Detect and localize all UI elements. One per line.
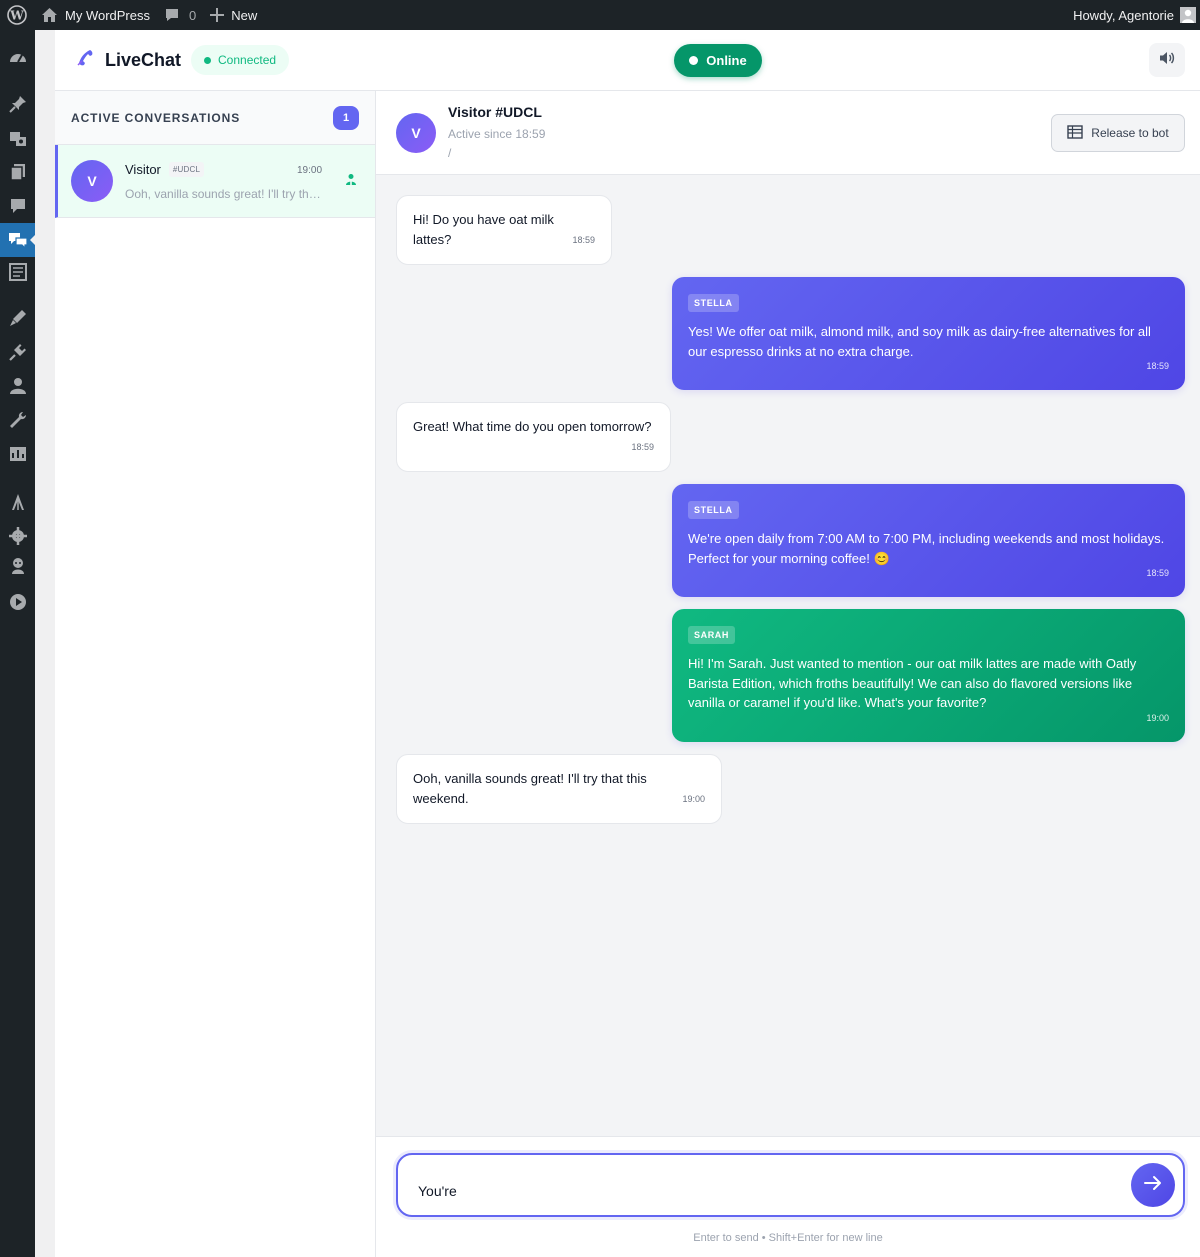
user-avatar <box>1180 7 1196 23</box>
chat-page-path: / <box>448 146 452 160</box>
table-icon <box>1067 124 1083 142</box>
users-icon[interactable] <box>0 369 35 403</box>
wp-admin-bar: W My WordPress 0 New Howdy, Agentorie <box>0 0 1200 30</box>
agent-assigned-icon <box>345 172 357 190</box>
message-time: 18:59 <box>572 234 595 245</box>
message-text: Yes! We offer oat milk, almond milk, and… <box>688 324 1151 359</box>
settings-icon[interactable] <box>0 437 35 471</box>
online-dot-icon <box>689 56 699 65</box>
conversation-count-badge: 1 <box>333 105 359 130</box>
speaker-icon <box>1159 51 1175 70</box>
appearance-icon[interactable] <box>0 301 35 335</box>
connection-badge: Connected <box>191 45 290 75</box>
pin-icon[interactable] <box>0 87 35 121</box>
sound-toggle-button[interactable] <box>1149 43 1185 77</box>
plugin-b-icon[interactable] <box>0 519 35 553</box>
message-text: Hi! I'm Sarah. Just wanted to mention - … <box>688 656 1137 710</box>
phone-icon <box>75 48 95 73</box>
message-input-value[interactable]: You're <box>418 1183 457 1199</box>
message-time: 19:00 <box>682 793 705 804</box>
release-label: Release to bot <box>1091 126 1169 140</box>
livechat-icon[interactable] <box>0 223 36 257</box>
conversation-list: ACTIVE CONVERSATIONS 1 V Visitor #UDCL 1… <box>55 91 376 1257</box>
online-label: Online <box>706 53 747 68</box>
conversation-name-row: Visitor #UDCL <box>125 162 205 177</box>
pages-icon[interactable] <box>0 155 35 189</box>
media-icon[interactable] <box>0 121 35 155</box>
composer-hint: Enter to send • Shift+Enter for new line <box>693 1232 883 1244</box>
brand: LiveChat <box>75 48 181 73</box>
message-bubble: Great! What time do you open tomorrow? 1… <box>396 402 671 472</box>
conversation-time: 19:00 <box>297 165 323 176</box>
greeting: Howdy, Agentorie <box>1073 7 1174 23</box>
message-text: Hi! Do you have oat milk lattes? <box>413 212 554 247</box>
conversation-tag: #UDCL <box>168 162 205 177</box>
svg-text:W: W <box>9 9 24 23</box>
comments-icon[interactable] <box>0 189 35 223</box>
forms-icon[interactable] <box>0 255 35 289</box>
send-button[interactable] <box>1131 1163 1175 1207</box>
message-time: 19:00 <box>1146 712 1169 723</box>
message-time: 18:59 <box>1146 567 1169 578</box>
release-to-bot-button[interactable]: Release to bot <box>1051 114 1185 152</box>
message-bubble: STELLA Yes! We offer oat milk, almond mi… <box>672 277 1185 390</box>
message-text: Great! What time do you open tomorrow? <box>413 419 652 434</box>
chat-subtitle: Active since 18:59 <box>448 127 546 141</box>
site-name: My WordPress <box>65 7 150 23</box>
plus-icon <box>210 8 225 22</box>
message-text: Ooh, vanilla sounds great! I'll try that… <box>413 771 647 806</box>
sender-tag: SARAH <box>688 626 736 644</box>
message-time: 18:59 <box>1146 360 1169 371</box>
chat-header: V Visitor #UDCL Active since 18:59 / Rel… <box>376 91 1200 175</box>
comments-link[interactable]: 0 <box>157 0 203 30</box>
plugin-a-icon[interactable] <box>0 485 35 519</box>
message-bubble: SARAH Hi! I'm Sarah. Just wanted to ment… <box>672 609 1185 742</box>
avatar: V <box>71 160 113 202</box>
comment-bubble-icon <box>164 7 180 23</box>
plugin-c-icon[interactable] <box>0 549 35 583</box>
message-text: We're open daily from 7:00 AM to 7:00 PM… <box>688 531 1165 566</box>
conversation-preview: Ooh, vanilla sounds great! I'll try that… <box>125 187 323 201</box>
online-toggle-button[interactable]: Online <box>674 44 762 77</box>
plugins-icon[interactable] <box>0 335 35 369</box>
message-bubble: Ooh, vanilla sounds great! I'll try that… <box>396 754 722 824</box>
app-name: LiveChat <box>105 50 182 70</box>
app-header: LiveChat Connected Online <box>55 30 1200 91</box>
message-bubble: STELLA We're open daily from 7:00 AM to … <box>672 484 1185 597</box>
wordpress-logo-icon[interactable]: W <box>0 0 34 30</box>
new-label: New <box>231 7 258 23</box>
conversation-list-header: ACTIVE CONVERSATIONS 1 <box>55 91 375 145</box>
chat-panel: V Visitor #UDCL Active since 18:59 / Rel… <box>376 91 1200 1257</box>
comments-count: 0 <box>189 7 197 23</box>
sender-tag: STELLA <box>688 294 739 312</box>
message-time: 18:59 <box>631 441 654 452</box>
wp-admin-menu <box>0 30 36 1257</box>
home-icon <box>41 7 58 23</box>
conversation-list-title: ACTIVE CONVERSATIONS <box>71 110 241 125</box>
arrow-right-icon <box>1144 1175 1162 1196</box>
dashboard-icon[interactable] <box>0 41 35 75</box>
tools-icon[interactable] <box>0 403 35 437</box>
site-name-link[interactable]: My WordPress <box>34 0 157 30</box>
livechat-app: LiveChat Connected Online ACTIVE CONVERS… <box>55 30 1200 1257</box>
play-icon[interactable] <box>0 585 35 619</box>
avatar: V <box>396 113 436 153</box>
connection-status: Connected <box>218 53 277 67</box>
chat-title: Visitor #UDCL <box>448 104 542 120</box>
new-content-link[interactable]: New <box>203 0 264 30</box>
message-input[interactable]: You're <box>396 1153 1185 1217</box>
account-menu[interactable]: Howdy, Agentorie <box>1073 7 1200 23</box>
conversation-name: Visitor <box>125 162 161 177</box>
message-composer: You're Enter to send • Shift+Enter for n… <box>376 1136 1200 1257</box>
status-dot-icon <box>204 56 211 64</box>
message-bubble: Hi! Do you have oat milk lattes? 18:59 <box>396 195 612 265</box>
conversation-item[interactable]: V Visitor #UDCL 19:00 Ooh, vanilla sound… <box>55 145 375 218</box>
sender-tag: STELLA <box>688 501 739 519</box>
